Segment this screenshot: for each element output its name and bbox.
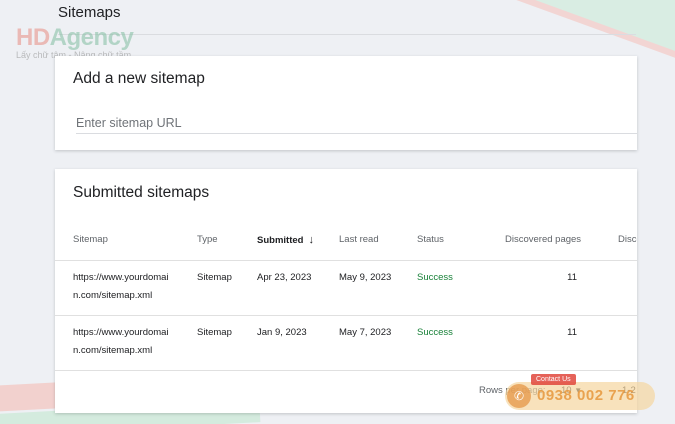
submitted-date: Jan 9, 2023 (257, 327, 307, 338)
last-read-date: May 9, 2023 (339, 272, 392, 283)
sitemap-url: https://www.yourdomai n.com/sitemap.xml (73, 324, 169, 360)
contact-watermark: ✆ Contact Us 0938 002 776 (505, 374, 655, 410)
column-header-sitemap[interactable]: Sitemap (73, 234, 108, 245)
column-header-status[interactable]: Status (417, 234, 444, 245)
last-read-date: May 7, 2023 (339, 327, 392, 338)
row-divider (55, 370, 637, 371)
page-title: Sitemaps (58, 4, 121, 21)
logo-agency: Agency (49, 24, 134, 51)
logo-wordmark: HDAgency (16, 24, 134, 52)
column-header-last-read[interactable]: Last read (339, 234, 379, 245)
discovered-pages-count: 11 (567, 327, 577, 338)
submitted-sitemaps-title: Submitted sitemaps (73, 184, 210, 201)
phone-icon: ✆ (507, 384, 531, 408)
column-header-discovered-pages[interactable]: Discovered pages (505, 234, 581, 245)
sitemap-url: https://www.yourdomai n.com/sitemap.xml (73, 269, 169, 305)
sitemap-url-line: n.com/sitemap.xml (73, 290, 153, 301)
column-header-discovered-videos[interactable]: Disco (618, 234, 637, 245)
decorative-stripe (382, 0, 675, 65)
watermark-logo: HDAgency Lấy chữ tâm - Nâng chữ tầm (16, 24, 134, 60)
sitemap-type: Sitemap (197, 327, 232, 338)
row-divider (55, 260, 637, 261)
header-divider (58, 34, 636, 35)
status-badge: Success (417, 272, 453, 283)
column-header-submitted[interactable]: Submitted ↓ (257, 234, 314, 246)
sitemap-type: Sitemap (197, 272, 232, 283)
sitemap-url-line: n.com/sitemap.xml (73, 345, 153, 356)
add-sitemap-card: Add a new sitemap (55, 56, 637, 150)
add-sitemap-title: Add a new sitemap (73, 70, 205, 87)
contact-phone: 0938 002 776 (537, 387, 635, 404)
column-header-type[interactable]: Type (197, 234, 218, 245)
logo-hd: HD (16, 24, 50, 51)
sitemap-url-line: https://www.yourdomai (73, 272, 169, 283)
sitemap-url-input[interactable] (76, 112, 637, 134)
submitted-date: Apr 23, 2023 (257, 272, 312, 283)
status-badge: Success (417, 327, 453, 338)
discovered-pages-count: 11 (567, 272, 577, 283)
sitemap-url-line: https://www.yourdomai (73, 327, 169, 338)
arrow-down-icon: ↓ (308, 234, 314, 246)
column-header-submitted-label: Submitted (257, 235, 304, 246)
contact-label: Contact Us (531, 374, 576, 385)
row-divider (55, 315, 637, 316)
